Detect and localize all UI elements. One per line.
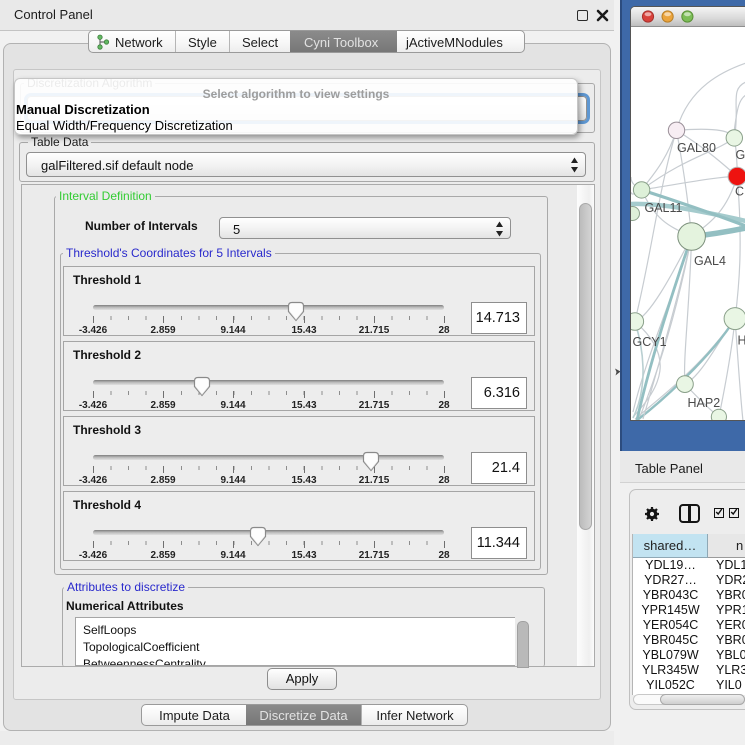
- svg-text:GAL11: GAL11: [645, 201, 683, 215]
- svg-text:H: H: [738, 334, 745, 348]
- svg-text:C: C: [735, 185, 744, 199]
- svg-text:GCY1: GCY1: [633, 335, 667, 349]
- svg-text:GAL80: GAL80: [677, 141, 716, 155]
- svg-text:HAP2: HAP2: [688, 396, 721, 410]
- svg-text:GAL4: GAL4: [694, 254, 726, 268]
- svg-text:G: G: [736, 148, 745, 162]
